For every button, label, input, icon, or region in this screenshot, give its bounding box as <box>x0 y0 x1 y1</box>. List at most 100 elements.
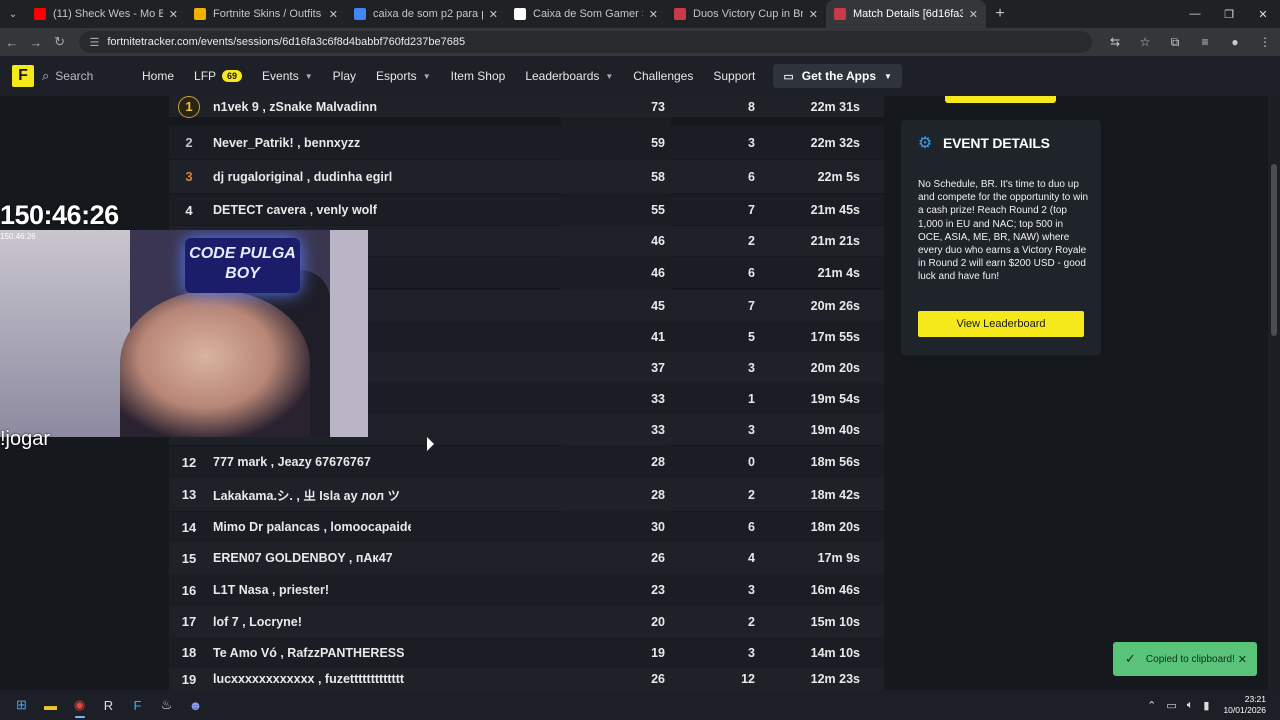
row-eliminations: 8 <box>748 99 755 114</box>
translate-icon[interactable]: ⇆ <box>1100 35 1130 50</box>
bronze-medal-icon: 3 <box>185 169 193 184</box>
tab-favicon-icon <box>34 8 46 20</box>
row-team[interactable]: Never_Patrik! , bennxyzz <box>209 136 411 150</box>
site-search[interactable]: ⌕ Search <box>42 68 122 84</box>
row-time: 17m 9s <box>817 551 860 565</box>
row-team[interactable]: EREN07 GOLDENBOY , пАк47 <box>209 551 411 565</box>
row-time: 20m 20s <box>810 360 860 375</box>
get-the-apps-label: Get the Apps <box>801 69 877 83</box>
partial-yellow-button[interactable] <box>945 96 1056 103</box>
chevron-down-icon: ▼ <box>884 71 892 81</box>
leaderboard-row[interactable]: 15 EREN07 GOLDENBOY , пАк47 26 4 17m 9s <box>169 542 884 574</box>
file-explorer-icon[interactable]: ▬ <box>36 690 65 720</box>
stream-timer: 150:46:26 <box>0 200 119 230</box>
fortnite-tracker-logo[interactable]: F <box>12 65 34 87</box>
row-points: 28 <box>651 487 665 502</box>
leaderboard-row[interactable]: 13 Lakakama.シ. , ㄓ Isla ay лол ツ 28 2 18m 42… <box>169 478 884 511</box>
lfp-count-badge: 69 <box>222 70 243 82</box>
row-team[interactable]: Mimo Dr palancas , lomoocapaidemimo <box>209 520 411 534</box>
minimize-icon[interactable]: — <box>1178 0 1212 28</box>
tab-close-icon[interactable]: ✕ <box>169 8 178 21</box>
row-points: 23 <box>651 583 665 597</box>
toast-close-icon[interactable]: ✕ <box>1238 653 1247 666</box>
tab-close-icon[interactable]: ✕ <box>329 8 338 21</box>
reading-list-icon[interactable]: ≡ <box>1190 35 1220 50</box>
row-points: 19 <box>651 645 665 660</box>
row-team[interactable]: Te Amo Vó , RafzzPANTHERESS <box>209 646 411 660</box>
get-the-apps-button[interactable]: ▭ Get the Apps ▼ <box>773 64 902 88</box>
browser-tab[interactable]: caixa de som p2 para pc - Pesq ✕ <box>346 0 506 28</box>
bracket-icon: ⚙ <box>917 135 933 152</box>
discord-icon[interactable]: ☻ <box>181 690 210 720</box>
view-leaderboard-button[interactable]: View Leaderboard <box>918 311 1084 337</box>
nav-item-shop[interactable]: Item Shop <box>451 69 506 83</box>
reload-icon[interactable]: ↻ <box>48 34 72 50</box>
leaderboard-row[interactable]: 18 Te Amo Vó , RafzzPANTHERESS 19 3 14m 10s <box>169 637 884 668</box>
fortnite-icon[interactable]: F <box>123 690 152 720</box>
forward-icon[interactable]: → <box>24 35 48 50</box>
epic-games-icon[interactable]: R <box>94 690 123 720</box>
row-team[interactable]: dj rugaloriginal , dudinha egirl <box>209 170 411 184</box>
browser-menu-icon[interactable]: ⋮ <box>1250 35 1280 50</box>
row-team[interactable]: L1T Nasa , priester! <box>209 583 411 597</box>
nav-home[interactable]: Home <box>142 69 174 83</box>
network-icon[interactable]: ▭ <box>1166 699 1176 712</box>
site-info-icon[interactable]: ☰ <box>89 36 99 49</box>
row-team[interactable]: 777 mark , Jeazy 67676767 <box>209 455 411 469</box>
nav-lfp[interactable]: LFP 69 <box>194 69 243 83</box>
tab-search-icon[interactable]: ⌄ <box>0 0 26 28</box>
page-scrollbar[interactable] <box>1268 96 1280 690</box>
nav-events[interactable]: Events ▼ <box>262 69 313 83</box>
row-eliminations: 7 <box>748 203 755 217</box>
nav-esports[interactable]: Esports ▼ <box>376 69 431 83</box>
battery-icon[interactable]: ▮ <box>1203 699 1209 712</box>
extensions-icon[interactable]: ⧉ <box>1160 35 1190 50</box>
nav-play[interactable]: Play <box>333 69 356 83</box>
steam-icon[interactable]: ♨ <box>152 690 181 720</box>
row-team[interactable]: lucxxxxxxxxxxxx , fuzettttttttttttt <box>209 672 411 686</box>
leaderboard-row[interactable]: 1 n1vek 9 , zSnake Malvadinn 73 8 22m 31s <box>169 96 884 118</box>
scrollbar-thumb[interactable] <box>1271 164 1277 336</box>
taskbar-clock[interactable]: 23:21 10/01/2026 <box>1223 694 1266 716</box>
row-points: 58 <box>651 169 665 184</box>
leaderboard-row[interactable]: 17 lof 7 , Locryne! 20 2 15m 10s <box>169 606 884 637</box>
row-time: 20m 26s <box>810 298 860 313</box>
nav-esports-label: Esports <box>376 69 417 83</box>
browser-tab[interactable]: Fortnite Skins / Outfits Tier List ✕ <box>186 0 346 28</box>
tray-expand-icon[interactable]: ⌃ <box>1147 699 1156 712</box>
tab-close-icon[interactable]: ✕ <box>649 8 658 21</box>
row-team[interactable]: lof 7 , Locryne! <box>209 615 411 629</box>
bookmark-star-icon[interactable]: ☆ <box>1130 35 1160 50</box>
new-tab-icon[interactable]: + <box>986 0 1014 28</box>
tab-close-icon[interactable]: ✕ <box>489 8 498 21</box>
browser-tab[interactable]: Duos Victory Cup in Brazil: Day ✕ <box>666 0 826 28</box>
maximize-icon[interactable]: ❐ <box>1212 0 1246 28</box>
speaker-icon[interactable]: 🔈︎ <box>1187 699 1194 712</box>
webcam-door <box>330 230 368 437</box>
leaderboard-row[interactable]: 2 Never_Patrik! , bennxyzz 59 3 22m 32s <box>169 126 884 159</box>
address-bar[interactable]: ☰ fortnitetracker.com/events/sessions/6d… <box>79 31 1093 53</box>
close-window-icon[interactable]: ✕ <box>1246 0 1280 28</box>
chrome-icon[interactable]: ◉ <box>65 690 94 720</box>
leaderboard-row[interactable]: 19 lucxxxxxxxxxxxx , fuzettttttttttttt 26 1… <box>169 668 884 690</box>
profile-avatar-icon[interactable]: ● <box>1220 35 1250 50</box>
tab-close-icon[interactable]: ✕ <box>809 8 818 21</box>
windows-start-icon[interactable]: ⊞ <box>7 690 36 720</box>
row-team[interactable]: DETECT cavera , venly wolf <box>209 203 411 217</box>
row-team[interactable]: Lakakama.シ. , ㄓ Isla ay лол ツ <box>209 485 411 504</box>
row-team[interactable]: n1vek 9 , zSnake Malvadinn <box>209 100 411 114</box>
nav-support[interactable]: Support <box>713 69 755 83</box>
nav-challenges[interactable]: Challenges <box>633 69 693 83</box>
browser-tab[interactable]: (11) Sheck Wes - Mo Bamba - Y ✕ <box>26 0 186 28</box>
browser-tab[interactable]: Match Details [6d16fa3c-6f8d- ✕ <box>826 0 986 28</box>
browser-tab[interactable]: Caixa de Som Gamer Soundbar ✕ <box>506 0 666 28</box>
nav-leaderboards[interactable]: Leaderboards ▼ <box>525 69 613 83</box>
leaderboard-row[interactable]: 12 777 mark , Jeazy 67676767 28 0 18m 56s <box>169 446 884 478</box>
leaderboard-row[interactable]: 4 DETECT cavera , venly wolf 55 7 21m 45s <box>169 195 884 225</box>
tab-close-icon[interactable]: ✕ <box>969 8 978 21</box>
tab-title: Duos Victory Cup in Brazil: Day <box>693 8 803 20</box>
back-icon[interactable]: ← <box>0 35 24 50</box>
leaderboard-row[interactable]: 16 L1T Nasa , priester! 23 3 16m 46s <box>169 574 884 606</box>
leaderboard-row[interactable]: 3 dj rugaloriginal , dudinha egirl 58 6 22m … <box>169 160 884 193</box>
leaderboard-row[interactable]: 14 Mimo Dr palancas , lomoocapaidemimo 30 6… <box>169 512 884 542</box>
